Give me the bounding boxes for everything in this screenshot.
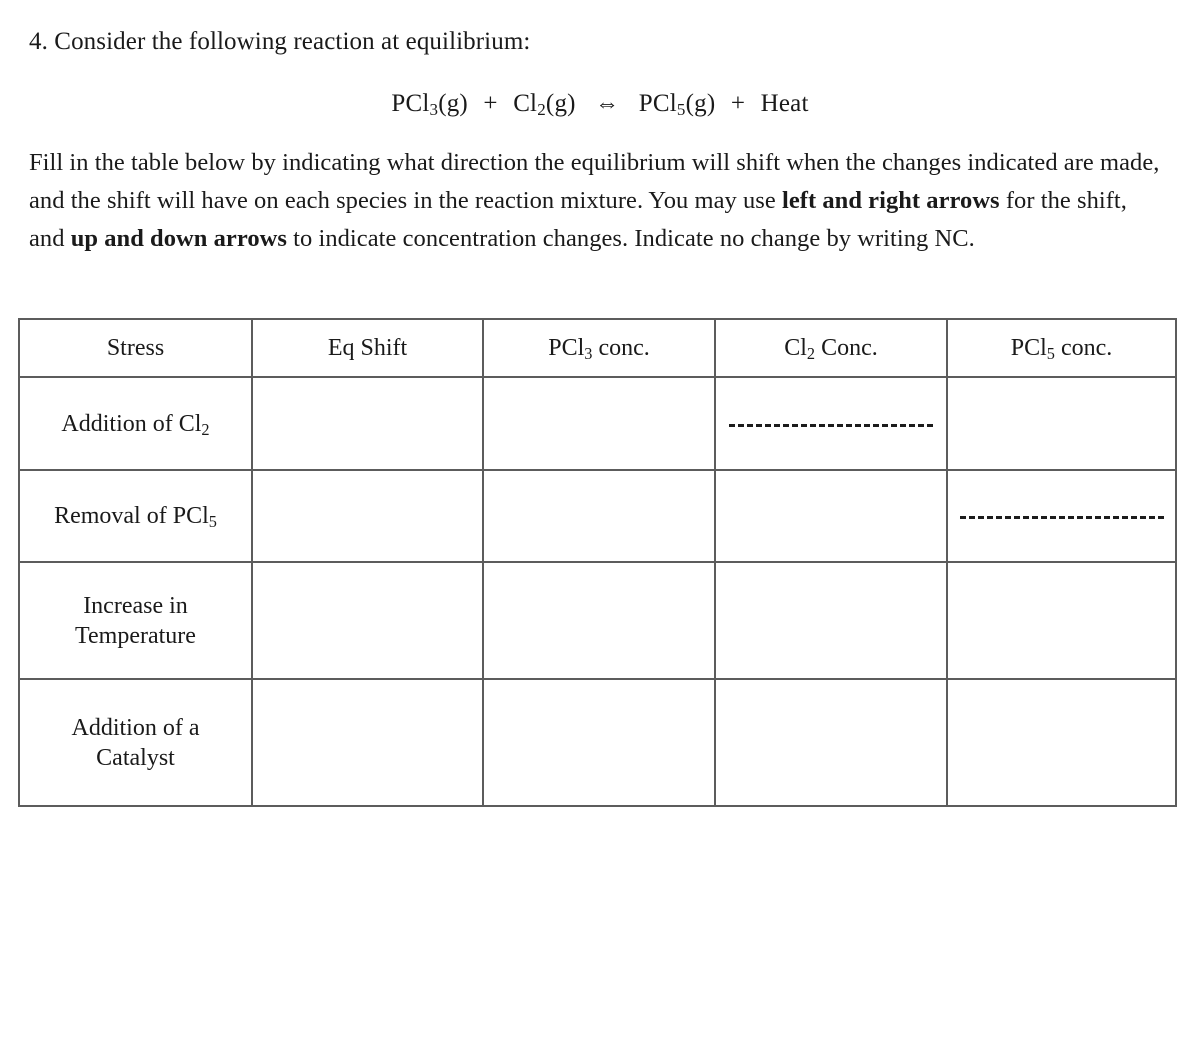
row-4-cl2-answer[interactable] [714,678,948,807]
instructions-paragraph: Fill in the table below by indicating wh… [29,144,1163,258]
column-header-cl2-formula: Cl [784,335,807,361]
equilibrium-arrow-icon: ⇔ [595,91,620,117]
row-2-stress-subscript: 5 [208,511,217,531]
table-header-row: Stress Eq Shift PCl3 conc. Cl2 Conc. PCl… [18,318,1177,378]
row-2-cl2-answer[interactable] [714,469,948,563]
instructions-bold-1: left and right arrows [781,187,1000,214]
row-1-stress-label: Addition of Cl2 [18,376,253,471]
product-1-state: (g) [685,90,716,117]
column-header-cl2-suffix: Conc. [815,335,878,361]
row-4-pcl3-answer[interactable] [482,678,716,807]
row-4-stress-line-2: Catalyst [96,744,175,771]
column-header-stress: Stress [18,318,253,378]
reactant-2-subscript: 2 [537,100,546,120]
reactant-1-state: (g) [438,90,468,117]
table-row: Removal of PCl5 [18,469,1177,563]
equation-plus-2: + [730,90,746,117]
column-header-pcl3-conc: PCl3 conc. [482,318,716,378]
row-3-eq-shift-answer[interactable] [251,561,484,680]
row-4-pcl5-answer[interactable] [946,678,1177,807]
column-header-pcl3-formula: PCl [548,335,585,361]
column-header-cl2-conc: Cl2 Conc. [714,318,948,378]
row-3-stress-label: Increase in Temperature [18,561,253,680]
row-2-stress-text: Removal of PCl [54,503,209,529]
row-3-stress-line-2: Temperature [75,622,196,649]
row-1-cl2-answer[interactable] [714,376,948,471]
row-4-stress-label: Addition of a Catalyst [18,678,253,807]
column-header-pcl5-suffix: conc. [1054,335,1113,361]
row-1-eq-shift-answer[interactable] [251,376,484,471]
reactant-2-formula: Cl [513,90,538,117]
column-header-stress-label: Stress [106,335,165,361]
equation-product-1: PCl5(g) [638,90,716,120]
row-1-pcl3-answer[interactable] [482,376,716,471]
row-1-pcl5-answer[interactable] [946,376,1177,471]
reactant-1-formula: PCl [391,90,430,117]
equation-reactant-2: Cl2(g) [513,90,576,120]
row-2-stress-label: Removal of PCl5 [18,469,253,563]
row-2-pcl5-answer[interactable] [946,469,1177,563]
table-row: Increase in Temperature [18,561,1177,680]
equation-plus-1: + [483,90,498,117]
column-header-eq-shift-label: Eq Shift [327,335,408,361]
column-header-cl2-subscript: 2 [806,343,816,363]
reactant-2-state: (g) [545,90,576,117]
equation-product-2: Heat [760,90,809,117]
row-1-stress-subscript: 2 [201,419,210,439]
worksheet-page: 4. Consider the following reaction at eq… [0,0,1200,1043]
row-3-pcl5-answer[interactable] [946,561,1177,680]
row-3-cl2-answer[interactable] [714,561,948,680]
column-header-pcl3-suffix: conc. [592,335,650,361]
row-4-stress-line-1: Addition of a [71,714,200,741]
equation-reactant-1: PCl3(g) [391,90,468,120]
table-row: Addition of a Catalyst [18,678,1177,807]
row-2-pcl5-dashed-line [952,515,1171,519]
table-row: Addition of Cl2 [18,376,1177,471]
equilibrium-shift-table: Stress Eq Shift PCl3 conc. Cl2 Conc. PCl… [18,318,1177,807]
column-header-pcl5-subscript: 5 [1046,343,1055,363]
row-3-stress-line-1: Increase in [83,592,188,619]
chemical-equation: PCl3(g) + Cl2(g) ⇔ PCl5(g) + Heat [0,88,1200,120]
row-3-pcl3-answer[interactable] [482,561,716,680]
row-2-pcl3-answer[interactable] [482,469,716,563]
product-1-formula: PCl [638,90,677,117]
column-header-eq-shift: Eq Shift [251,318,484,378]
question-heading: 4. Consider the following reaction at eq… [29,28,531,55]
row-4-eq-shift-answer[interactable] [251,678,484,807]
product-1-subscript: 5 [676,100,686,120]
instructions-text-3: to indicate concentration changes. Indic… [286,225,975,252]
column-header-pcl5-conc: PCl5 conc. [946,318,1177,378]
row-2-eq-shift-answer[interactable] [251,469,484,563]
reactant-1-subscript: 3 [429,100,439,120]
row-1-cl2-dashed-line [720,424,942,427]
column-header-pcl5-formula: PCl [1010,335,1047,361]
row-1-stress-text: Addition of Cl [61,410,202,437]
instructions-bold-2: up and down arrows [70,225,287,252]
